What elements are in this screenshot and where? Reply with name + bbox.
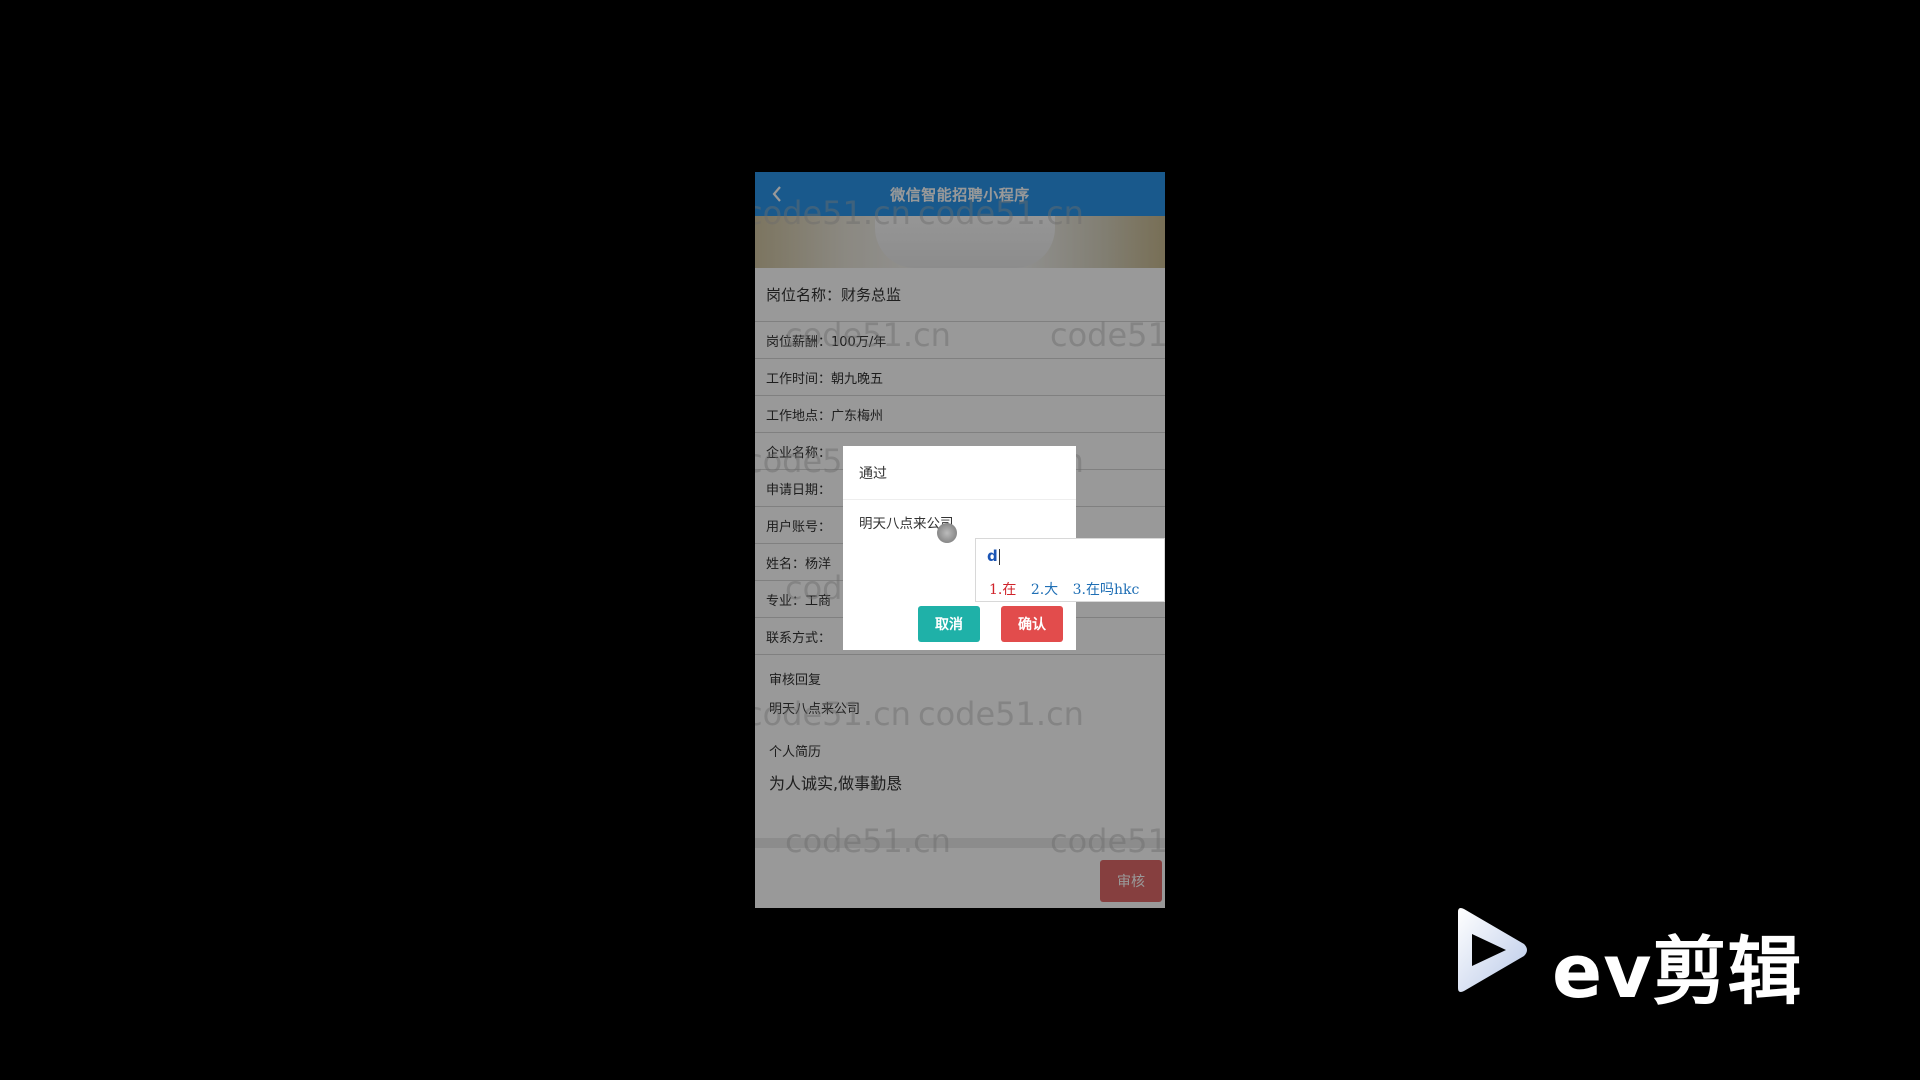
ev-editor-logo: ev剪辑 (1450, 906, 1830, 1015)
ime-candidate[interactable]: 2.大 (1031, 582, 1058, 598)
ime-candidate[interactable]: 1.在 (989, 582, 1016, 598)
phone-screen: 微信智能招聘小程序 岗位名称： 财务总监 岗位薪酬： 100万/年 工作时间： … (755, 172, 1165, 908)
play-icon (1458, 908, 1527, 992)
cancel-button[interactable]: 取消 (918, 606, 980, 642)
confirm-button[interactable]: 确认 (1001, 606, 1063, 642)
ime-candidate-window: d 1.在 2.大 3.在吗hkc (975, 538, 1165, 602)
ime-candidates: 1.在 2.大 3.在吗hkc (989, 579, 1149, 599)
touch-cursor (937, 523, 957, 543)
ime-caret (998, 548, 1000, 565)
ime-candidate[interactable]: 3.在吗hkc (1073, 582, 1140, 598)
ime-composition: d (987, 547, 1000, 565)
logo-text: ev剪辑 (1552, 929, 1803, 1015)
ime-composition-text: d (987, 547, 998, 565)
review-status[interactable]: 通过 (843, 446, 1076, 500)
